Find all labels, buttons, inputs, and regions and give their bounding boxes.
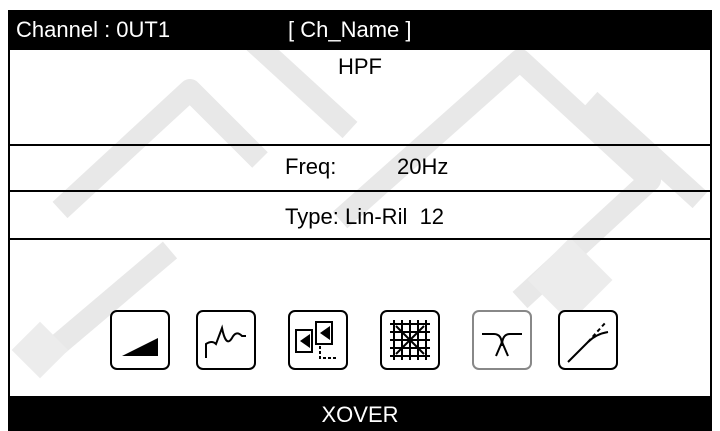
channel-label: Channel : 0UT1: [16, 17, 171, 42]
gain-ramp-icon[interactable]: [110, 310, 170, 370]
eq-curve-icon[interactable]: [196, 310, 256, 370]
matrix-icon[interactable]: [380, 310, 440, 370]
freq-value[interactable]: 20Hz: [397, 150, 448, 184]
divider: [10, 144, 710, 146]
channel-header: Channel : 0UT1 [ Ch_Name ]: [8, 10, 712, 50]
limiter-icon[interactable]: [558, 310, 618, 370]
xover-panel: Channel : 0UT1 [ Ch_Name ] HPF Freq: 20H…: [8, 10, 712, 431]
routing-icon[interactable]: [288, 310, 348, 370]
freq-row[interactable]: Freq: 20Hz: [10, 150, 710, 184]
type-value[interactable]: Lin-Ril 12: [345, 200, 444, 234]
type-row[interactable]: Type: Lin-Ril 12: [10, 200, 710, 234]
type-label: Type:: [285, 204, 339, 229]
footer-bar: XOVER: [8, 398, 712, 431]
filter-mode[interactable]: HPF: [10, 52, 710, 82]
channel-name[interactable]: [ Ch_Name ]: [288, 10, 412, 50]
crossover-icon[interactable]: [472, 310, 532, 370]
divider: [10, 190, 710, 192]
divider: [10, 238, 710, 240]
freq-label: Freq:: [285, 154, 337, 179]
